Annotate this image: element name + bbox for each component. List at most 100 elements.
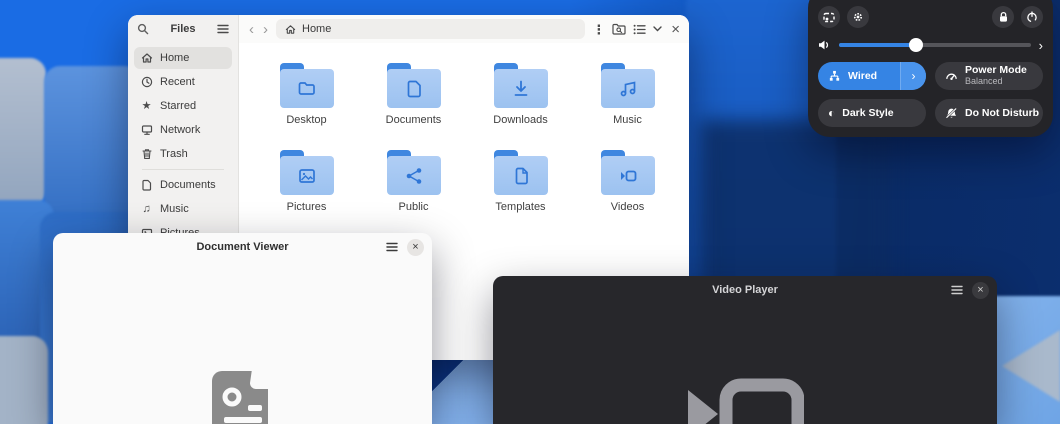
sidebar-item-label: Network [160,124,200,136]
menu-icon[interactable] [951,285,963,295]
video-player-header[interactable]: Video Player × [493,276,997,304]
folder-label: Videos [611,201,644,213]
folder-label: Downloads [493,114,547,126]
folder-emblem-image-icon [296,165,318,187]
star-icon: ★ [140,101,153,112]
forward-button[interactable]: › [262,22,269,37]
do-not-disturb-toggle[interactable]: Do Not Disturb [935,99,1043,127]
folder-label: Documents [386,114,442,126]
files-app-title: Files [170,23,195,35]
tile-label: Wired [848,70,877,82]
settings-button[interactable] [847,6,869,28]
path-bar[interactable]: Home [276,19,585,39]
folder-tile-desktop[interactable]: Desktop [253,63,360,150]
close-icon[interactable]: × [972,282,989,299]
tile-label: Do Not Disturb [965,107,1039,119]
network-icon [140,124,153,136]
chevron-right-icon[interactable]: › [1039,39,1043,52]
wallpaper-block [1002,330,1060,402]
wired-network-icon [828,70,841,83]
folder-tile-documents[interactable]: Documents [360,63,467,150]
desktop: Files Home Recent ★ Starred [0,0,1060,424]
speaker-icon [818,39,831,51]
close-icon[interactable]: × [407,239,424,256]
folder-tile-pictures[interactable]: Pictures [253,150,360,237]
folder-icon [280,63,334,108]
sidebar-item-label: Starred [160,100,196,112]
power-profile-icon [945,70,958,83]
tile-label: Dark Style [842,107,893,119]
folder-icon [601,63,655,108]
files-toolbar: ‹ › Home ⋮ × [239,15,689,43]
folder-icon [280,150,334,195]
folder-emblem-video-camera-icon [617,165,639,187]
folder-icon [387,150,441,195]
folder-emblem-download-icon [510,78,532,100]
folder-emblem-template-icon [510,165,532,187]
folder-tile-templates[interactable]: Templates [467,150,574,237]
wallpaper-block [700,120,890,290]
sidebar-item-home[interactable]: Home [134,47,232,69]
kebab-menu-icon[interactable]: ⋮ [592,23,605,36]
folder-icon [494,150,548,195]
wallpaper-block [0,58,46,206]
power-icon [1026,11,1038,23]
document-viewer-window: Document Viewer × [53,233,432,424]
screenshot-button[interactable] [818,6,840,28]
search-icon[interactable] [137,23,149,35]
menu-icon[interactable] [386,242,398,252]
document-icon [140,179,153,191]
quick-settings-panel: › Wired › Power Mode Balanced ◐ Dark Sty… [808,0,1053,137]
video-player-window: Video Player × [493,276,997,424]
music-icon: ♫ [140,204,153,215]
sidebar-item-label: Recent [160,76,195,88]
volume-thumb[interactable] [909,38,923,52]
folder-label: Music [613,114,642,126]
wired-expand-arrow[interactable]: › [900,62,926,90]
power-mode-toggle[interactable]: Power Mode Balanced [935,62,1043,90]
volume-fill [839,43,916,47]
back-button[interactable]: ‹ [248,22,255,37]
close-icon[interactable]: × [671,22,680,37]
folder-label: Public [399,201,429,213]
folder-emblem-folder-icon [296,78,318,100]
menu-icon[interactable] [217,24,229,34]
screenshot-icon [823,12,835,23]
sidebar-item-music[interactable]: ♫ Music [134,198,232,220]
lock-icon [998,11,1009,23]
video-player-body [493,304,997,424]
chevron-down-icon[interactable] [653,26,662,32]
dark-style-toggle[interactable]: ◐ Dark Style [818,99,926,127]
window-title: Video Player [493,284,997,296]
video-camera-placeholder-icon [686,378,804,424]
sidebar-item-trash[interactable]: Trash [134,143,232,165]
sidebar-divider [142,169,224,170]
breadcrumb: Home [302,23,331,35]
list-view-icon[interactable] [633,24,646,35]
sidebar-item-label: Home [160,52,189,64]
document-viewer-header[interactable]: Document Viewer × [53,233,432,261]
folder-icon [494,63,548,108]
lock-button[interactable] [992,6,1014,28]
wired-toggle[interactable]: Wired › [818,62,926,90]
home-icon [140,52,153,64]
folder-label: Pictures [287,201,327,213]
volume-slider[interactable] [839,38,1031,52]
sidebar-item-network[interactable]: Network [134,119,232,141]
folder-emblem-music-note-icon [617,78,639,100]
folder-tile-music[interactable]: Music [574,63,681,150]
folder-label: Templates [495,201,545,213]
folder-label: Desktop [286,114,326,126]
folder-tile-public[interactable]: Public [360,150,467,237]
sidebar-item-documents[interactable]: Documents [134,174,232,196]
wallpaper-block [44,66,140,216]
sidebar-item-recent[interactable]: Recent [134,71,232,93]
wallpaper-block [0,336,48,424]
folder-icon [387,63,441,108]
sidebar-item-starred[interactable]: ★ Starred [134,95,232,117]
folder-tile-videos[interactable]: Videos [574,150,681,237]
tile-label: Power Mode [965,65,1027,77]
power-button[interactable] [1021,6,1043,28]
folder-tile-downloads[interactable]: Downloads [467,63,574,150]
folder-search-icon[interactable] [612,23,626,35]
